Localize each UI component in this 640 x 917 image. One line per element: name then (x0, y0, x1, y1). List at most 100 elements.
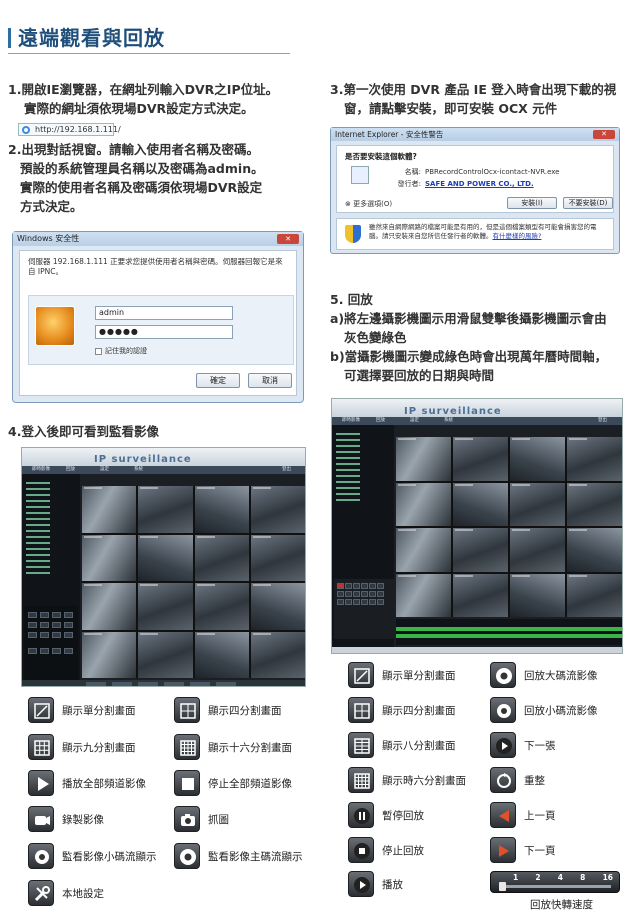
playback-channel-5[interactable] (396, 482, 451, 526)
page-title: 遠端觀看與回放 (18, 26, 165, 50)
speed-4x: 4 (557, 873, 563, 882)
publisher-link[interactable]: SAFE AND POWER CO., LTD. (425, 180, 534, 188)
playback-toolbar[interactable] (332, 647, 622, 653)
playback-channel-1[interactable] (396, 437, 451, 481)
video-channel-7[interactable] (194, 534, 249, 581)
video-channel-6[interactable] (138, 534, 193, 581)
speed-16x: 16 (602, 873, 613, 882)
menu-item-settings[interactable]: 設定 (410, 417, 419, 425)
menu-item-live[interactable]: 即時影像 (32, 466, 50, 474)
video-channel-14[interactable] (138, 631, 193, 678)
single-split-icon (28, 697, 54, 723)
video-channel-16[interactable] (250, 631, 305, 678)
video-channel-3[interactable] (194, 486, 249, 533)
video-channel-10[interactable] (138, 583, 193, 630)
legend-label: 播放全部頻道影像 (62, 777, 146, 790)
playback-timeline[interactable] (396, 619, 622, 645)
video-channel-12[interactable] (250, 583, 305, 630)
stop-playback-icon (348, 837, 374, 863)
playback-channel-10[interactable] (453, 528, 508, 572)
more-options[interactable]: ⊗ 更多選項(O) (345, 199, 392, 209)
live-view-toolbar[interactable] (22, 680, 305, 686)
publisher-row: 發行者: SAFE AND POWER CO., LTD. (387, 179, 534, 189)
legend-item: 回放小碼流影像 (490, 697, 598, 723)
calendar-panel[interactable] (334, 579, 394, 639)
menu-item-logout[interactable]: 登出 (282, 466, 291, 474)
legend-label: 顯示八分割畫面 (382, 739, 456, 752)
playback-channel-12[interactable] (567, 528, 622, 572)
playback-channel-14[interactable] (453, 573, 508, 617)
video-channel-13[interactable] (82, 631, 137, 678)
playback-channel-9[interactable] (396, 528, 451, 572)
timeline-track-2[interactable] (396, 634, 622, 638)
close-icon[interactable]: ✕ (277, 234, 299, 244)
remember-checkbox[interactable]: 記住我的認證 (95, 346, 147, 356)
speed-label: 回放快轉速度 (530, 899, 593, 911)
menu-item-live[interactable]: 即時影像 (342, 417, 360, 425)
legend-label: 顯示十六分割畫面 (208, 741, 292, 754)
playback-grid[interactable] (396, 437, 622, 617)
menu-item-playback[interactable]: 回放 (66, 466, 75, 474)
legend-label: 回放小碼流影像 (524, 704, 598, 717)
speed-track[interactable] (499, 885, 611, 888)
password-field[interactable]: ●●●●● (95, 325, 233, 339)
risk-link[interactable]: 有什麼樣的風險? (493, 232, 542, 240)
more-options-label: 更多選項(O) (353, 200, 393, 208)
menu-item-system[interactable]: 系統 (134, 466, 143, 474)
playback-channel-15[interactable] (510, 573, 565, 617)
cancel-button[interactable]: 取消 (248, 373, 292, 388)
video-channel-11[interactable] (194, 583, 249, 630)
video-channel-2[interactable] (138, 486, 193, 533)
publisher-label: 發行者: (397, 180, 421, 188)
playback-channel-2[interactable] (453, 437, 508, 481)
reset-icon (490, 767, 516, 793)
step-1-line-1: 1.開啟IE瀏覽器，在網址列輸入DVR之IP位址。 (8, 82, 279, 97)
timeline-track-1[interactable] (396, 627, 622, 631)
legend-item: 顯示十六分割畫面 (174, 734, 292, 760)
speed-knob[interactable] (499, 882, 506, 891)
legend-label: 監看影像主碼流顯示 (208, 850, 303, 863)
video-channel-5[interactable] (82, 534, 137, 581)
video-channel-9[interactable] (82, 583, 137, 630)
live-view-screenshot: IP surveillance 即時影像 回放 設定 系統 登出 (21, 447, 306, 687)
menu-item-system[interactable]: 系統 (444, 417, 453, 425)
playback-channel-4[interactable] (567, 437, 622, 481)
sixteen-split-icon (348, 767, 374, 793)
video-channel-4[interactable] (250, 486, 305, 533)
playback-channel-16[interactable] (567, 573, 622, 617)
step-3-line-2: 窗，請點擊安裝，即可安裝 OCX 元件 (344, 101, 558, 116)
video-channel-8[interactable] (250, 534, 305, 581)
dont-install-button[interactable]: 不要安裝(D) (563, 197, 613, 209)
playback-channel-8[interactable] (567, 482, 622, 526)
ptz-control-panel[interactable] (24, 606, 78, 686)
video-channel-1[interactable] (82, 486, 137, 533)
username-field[interactable]: admin (95, 306, 233, 320)
video-grid[interactable] (82, 486, 305, 678)
play-icon (348, 871, 374, 897)
menu-item-settings[interactable]: 設定 (100, 466, 109, 474)
playback-channel-3[interactable] (510, 437, 565, 481)
menu-item-logout[interactable]: 登出 (598, 417, 607, 425)
step-3-line-1: 3.第一次使用 DVR 產品 IE 登入時會出現下載的視 (330, 82, 617, 97)
playback-channel-7[interactable] (510, 482, 565, 526)
address-bar[interactable]: http://192.168.1.111/ (18, 123, 121, 136)
warning-panel: 是否要安裝這個軟體? 名稱: PBRecordControlOcx-icontac… (336, 145, 614, 213)
checkbox-icon (95, 347, 102, 355)
playback-channel-13[interactable] (396, 573, 451, 617)
legend-label: 顯示九分割畫面 (62, 741, 136, 754)
install-button[interactable]: 安裝(I) (507, 197, 557, 209)
playback-channel-11[interactable] (510, 528, 565, 572)
step-1-line-2: 實際的網址須依現場DVR設定方式決定。 (24, 101, 254, 116)
close-icon[interactable]: ✕ (593, 130, 615, 139)
pause-icon (348, 802, 374, 828)
warning-note-panel: 雖然來自網際網路的檔案可能是有用的，但是這個檔案類型有可能會損害您的電腦。請只安… (336, 218, 614, 250)
playback-channel-6[interactable] (453, 482, 508, 526)
video-channel-15[interactable] (194, 631, 249, 678)
step-5: 5. 回放 a)將左邊攝影機圖示用滑鼠雙擊後攝影機圖示會由 灰色變綠色 b)當攝… (330, 290, 607, 385)
name-row: 名稱: PBRecordControlOcx-icontact-NVR.exe (387, 167, 560, 177)
menu-item-playback[interactable]: 回放 (376, 417, 385, 425)
legend-label: 回放大碼流影像 (524, 669, 598, 682)
ok-button[interactable]: 確定 (196, 373, 240, 388)
legend-label: 播放 (382, 878, 403, 891)
playback-speed-slider[interactable]: 1 2 4 8 16 (490, 871, 620, 893)
